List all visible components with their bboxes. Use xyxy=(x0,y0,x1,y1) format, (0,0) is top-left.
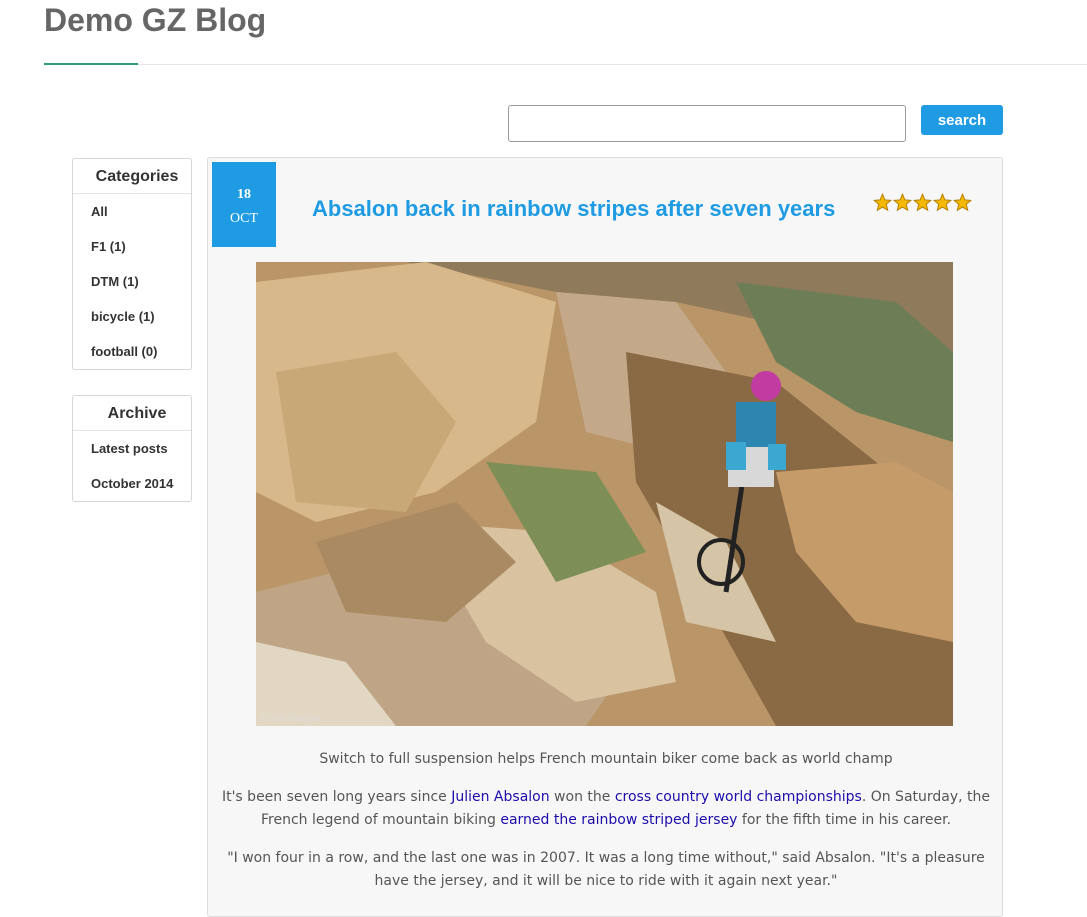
post-date-month: OCT xyxy=(230,211,258,226)
star-icon[interactable] xyxy=(913,193,932,212)
post-image: © Colin Meagher xyxy=(256,262,953,726)
link-rainbow-striped-jersey[interactable]: earned the rainbow striped jersey xyxy=(500,812,737,828)
star-icon[interactable] xyxy=(873,193,892,212)
category-item-football[interactable]: football (0) xyxy=(73,334,191,369)
post-paragraph-1-text-2: won the xyxy=(549,789,615,805)
post-date-day: 18 xyxy=(237,187,251,202)
search-input[interactable] xyxy=(508,105,906,142)
link-julien-absalon[interactable]: Julien Absalon xyxy=(451,789,549,805)
category-item-all[interactable]: All xyxy=(73,194,191,229)
post-subtitle: Switch to full suspension helps French m… xyxy=(319,751,893,767)
archive-item-latest-posts[interactable]: Latest posts xyxy=(73,431,191,466)
header-accent-bar xyxy=(44,63,138,65)
post-paragraph-2: "I won four in a row, and the last one w… xyxy=(227,850,985,889)
post-title[interactable]: Absalon back in rainbow stripes after se… xyxy=(312,196,835,222)
search-button[interactable]: search xyxy=(921,105,1003,135)
star-icon[interactable] xyxy=(933,193,952,212)
star-icon[interactable] xyxy=(893,193,912,212)
archive-widget: Archive Latest posts October 2014 xyxy=(72,395,192,502)
header-divider xyxy=(44,64,1087,65)
categories-title: Categories xyxy=(73,159,191,194)
post-rating[interactable] xyxy=(873,193,972,212)
photo-credit: © Colin Meagher xyxy=(260,714,321,723)
post-paragraph-1-text-4: for the fifth time in his career. xyxy=(737,812,952,828)
archive-item-october-2014[interactable]: October 2014 xyxy=(73,466,191,501)
category-item-bicycle[interactable]: bicycle (1) xyxy=(73,299,191,334)
star-icon[interactable] xyxy=(953,193,972,212)
categories-widget: Categories All F1 (1) DTM (1) bicycle (1… xyxy=(72,158,192,370)
site-title[interactable]: Demo GZ Blog xyxy=(44,2,266,39)
link-cross-country-world-championships[interactable]: cross country world championships xyxy=(615,789,862,805)
category-item-dtm[interactable]: DTM (1) xyxy=(73,264,191,299)
archive-title: Archive xyxy=(73,396,191,431)
category-item-f1[interactable]: F1 (1) xyxy=(73,229,191,264)
post-card: 18 OCT Absalon back in rainbow stripes a… xyxy=(207,157,1003,917)
post-paragraph-1: It's been seven long years since Julien … xyxy=(220,786,992,832)
post-paragraph-1-text-1: It's been seven long years since xyxy=(221,789,452,805)
post-date-badge: 18 OCT xyxy=(212,162,276,247)
